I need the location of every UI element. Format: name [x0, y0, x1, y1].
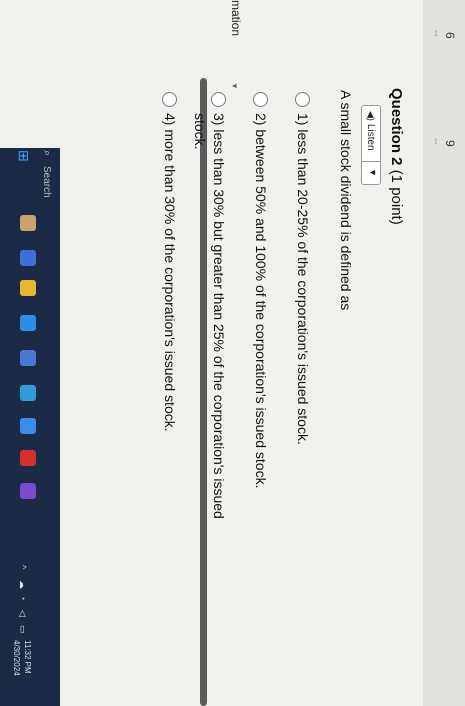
screen: 6 -- 9 -- mation ▼ Question 2 (1 point) … [0, 0, 465, 706]
answer-option-label: 3) less than 30% but greater than 25% of… [211, 113, 227, 519]
app-red-icon[interactable] [20, 450, 36, 466]
answer-option-label: 4) more than 30% of the corporation's is… [162, 113, 178, 432]
nav-item-9[interactable]: 9 [443, 140, 457, 147]
file-explorer-icon[interactable] [20, 250, 36, 266]
question-navigator: 6 -- 9 -- [423, 0, 465, 706]
chrome-icon[interactable] [20, 418, 36, 434]
speaker-icon: ◀) [366, 111, 377, 121]
radio-button[interactable] [253, 92, 268, 107]
listen-divider [362, 161, 380, 162]
weather-widget-icon[interactable] [20, 215, 36, 231]
search-placeholder: Search [41, 166, 52, 198]
folder-icon[interactable] [20, 280, 36, 296]
battery-icon[interactable]: ▭ [17, 625, 28, 634]
chevron-up-icon[interactable]: ^ [18, 565, 28, 569]
radio-button[interactable] [162, 92, 177, 107]
nav-item-6[interactable]: 6 [443, 32, 457, 39]
answer-option-3[interactable]: 3) less than 30% but greater than 25% of… [190, 92, 228, 519]
listen-button[interactable]: ◀) Listen ▼ [361, 105, 381, 185]
answer-option-label-continued: stock. [192, 113, 208, 150]
answer-option-2[interactable]: 2) between 50% and 100% of the corporati… [251, 92, 270, 488]
clock-time[interactable]: 11:32 PM [23, 640, 32, 674]
windows-start-icon[interactable]: ⊞ [15, 150, 32, 162]
store-icon[interactable] [20, 350, 36, 366]
radio-button[interactable] [295, 92, 310, 107]
edge-browser-icon[interactable] [20, 315, 36, 331]
taskbar-search[interactable]: ⌕ Search [35, 150, 55, 250]
answer-option-label: 2) between 50% and 100% of the corporati… [253, 113, 269, 489]
question-points: (1 point) [388, 169, 405, 225]
answer-option-label: 1) less than 20-25% of the corporation's… [295, 113, 311, 445]
mail-icon[interactable] [20, 385, 36, 401]
question-prompt: A small stock dividend is defined as [338, 90, 354, 311]
listen-label: Listen [365, 123, 377, 151]
app-purple-icon[interactable] [20, 483, 36, 499]
question-title: Question 2 (1 point) [388, 88, 405, 225]
clock-date[interactable]: 4/30/2024 [12, 640, 21, 676]
answer-option-4[interactable]: 4) more than 30% of the corporation's is… [160, 92, 179, 432]
nav-item-9-status: -- [430, 138, 441, 145]
answer-option-1[interactable]: 1) less than 20-25% of the corporation's… [293, 92, 312, 445]
cloud-icon[interactable]: ☁ [17, 580, 28, 589]
chevron-down-icon[interactable]: ▼ [230, 82, 239, 90]
sidebar-section-label[interactable]: mation [229, 0, 243, 36]
nav-item-6-status: -- [430, 30, 441, 37]
radio-button[interactable] [211, 92, 226, 107]
wifi-icon[interactable]: ◔ [18, 595, 28, 600]
question-number: Question 2 [388, 88, 405, 166]
volume-icon[interactable]: ◁ [17, 610, 28, 617]
chevron-down-icon[interactable]: ▼ [368, 168, 378, 177]
search-icon: ⌕ [41, 150, 53, 157]
